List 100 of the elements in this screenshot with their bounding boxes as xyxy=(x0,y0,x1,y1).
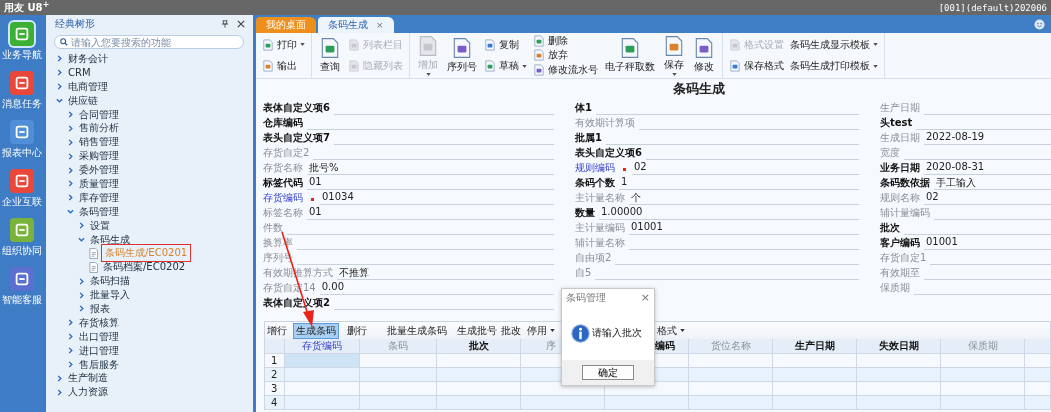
toolbar-button[interactable]: 草稿 xyxy=(484,59,527,74)
tile-icon[interactable] xyxy=(10,169,34,193)
chevron-right-icon[interactable] xyxy=(78,222,85,230)
nav-label[interactable]: 报表中心 xyxy=(2,146,42,160)
field-label[interactable]: 规则编码 xyxy=(575,161,619,175)
chevron-down-icon[interactable] xyxy=(67,208,74,216)
table-cell[interactable] xyxy=(857,368,941,382)
toolbar-button[interactable]: 输出 xyxy=(262,59,305,74)
table-cell[interactable] xyxy=(941,368,1025,382)
toolbar-button[interactable]: 修改流水号 xyxy=(533,62,598,77)
tile-icon[interactable] xyxy=(10,22,34,46)
table-cell[interactable] xyxy=(689,396,773,410)
input-field[interactable]: 01 xyxy=(307,206,554,220)
tile-icon[interactable] xyxy=(10,120,34,144)
table-cell[interactable] xyxy=(605,396,689,410)
input-field[interactable]: 1 xyxy=(619,176,859,190)
input-field[interactable]: 01001 xyxy=(629,221,859,235)
table-cell[interactable] xyxy=(360,368,437,382)
close-icon[interactable] xyxy=(237,20,245,28)
tree-item[interactable]: 委外管理 xyxy=(79,163,119,178)
grid-toolbar-button[interactable]: 批改 xyxy=(499,323,523,338)
input-field[interactable]: 01001 xyxy=(924,236,1051,250)
chevron-right-icon[interactable] xyxy=(56,83,63,91)
grid-toolbar-button[interactable]: 生成批号 xyxy=(455,323,499,338)
grid-toolbar-button[interactable]: 批量生成条码 xyxy=(385,323,449,338)
grid-toolbar-button[interactable]: 格式 xyxy=(655,323,687,338)
chevron-right-icon[interactable] xyxy=(67,194,74,202)
ok-button[interactable]: 确定 xyxy=(582,365,634,380)
tab[interactable]: 条码生成 × xyxy=(318,17,394,33)
chevron-right-icon[interactable] xyxy=(67,333,74,341)
smiley-icon[interactable] xyxy=(1034,19,1045,30)
input-field[interactable]: 手工输入 xyxy=(934,176,1051,190)
tree-item[interactable]: 报表 xyxy=(90,302,110,316)
table-cell[interactable] xyxy=(773,368,857,382)
nav-label[interactable]: 组织协同 xyxy=(2,244,42,258)
chevron-down-icon[interactable] xyxy=(78,236,85,243)
toolbar-button[interactable]: 修改 xyxy=(692,37,716,74)
grid-toolbar-button[interactable]: 增行 xyxy=(265,323,289,338)
chevron-right-icon[interactable] xyxy=(67,347,74,355)
table-cell[interactable] xyxy=(521,396,605,410)
pin-icon[interactable] xyxy=(221,20,229,28)
input-field[interactable]: 02 xyxy=(924,191,1051,205)
input-field[interactable]: 02 xyxy=(632,161,859,175)
chevron-right-icon[interactable] xyxy=(67,138,74,146)
chevron-right-icon[interactable] xyxy=(56,374,63,382)
toolbar-button[interactable]: 保存 xyxy=(662,35,686,76)
chevron-right-icon[interactable] xyxy=(67,361,74,369)
chevron-right-icon[interactable] xyxy=(56,55,63,63)
tile-icon[interactable] xyxy=(10,267,34,291)
dropdown-button[interactable]: 条码生成打印模板 xyxy=(790,59,878,74)
input-field[interactable]: 批号% xyxy=(307,161,554,175)
tree-item[interactable]: 财务会计 xyxy=(68,51,108,66)
chevron-right-icon[interactable] xyxy=(67,124,74,132)
table-cell[interactable] xyxy=(857,396,941,410)
column-header[interactable]: 生产日期 xyxy=(773,339,857,354)
chevron-right-icon[interactable] xyxy=(56,388,63,396)
tree-item[interactable]: 销售管理 xyxy=(79,135,119,150)
tree-item[interactable]: 批量导入 xyxy=(90,288,130,303)
chevron-right-icon[interactable] xyxy=(67,319,74,327)
table-cell[interactable] xyxy=(941,396,1025,410)
toolbar-button[interactable]: 删除 xyxy=(533,34,598,49)
tree-item[interactable]: 电商管理 xyxy=(68,79,108,94)
table-cell[interactable] xyxy=(360,396,437,410)
toolbar-button[interactable]: 保存格式 xyxy=(729,59,784,74)
table-cell[interactable] xyxy=(1025,396,1051,410)
table-cell[interactable] xyxy=(773,396,857,410)
input-field[interactable]: 1.00000 xyxy=(599,206,859,220)
dropdown-button[interactable]: 条码生成显示模板 xyxy=(790,37,878,52)
nav-label[interactable]: 消息任务 xyxy=(2,97,42,111)
tile-icon[interactable] xyxy=(10,71,34,95)
input-field[interactable]: 01 xyxy=(307,176,554,190)
tree-item[interactable]: 采购管理 xyxy=(79,149,119,164)
input-field[interactable]: 不推算 xyxy=(337,266,554,280)
tree-item[interactable]: 人力资源 xyxy=(68,385,108,400)
toolbar-button[interactable]: 查询 xyxy=(318,37,342,74)
toolbar-button[interactable]: 序列号 xyxy=(446,37,478,74)
input-field[interactable]: 2020-08-31 xyxy=(924,161,1051,175)
chevron-right-icon[interactable] xyxy=(56,69,63,77)
chevron-right-icon[interactable] xyxy=(78,291,85,299)
tree-item[interactable]: 条码生成 xyxy=(90,232,130,247)
grid-toolbar-button[interactable]: 删行 xyxy=(345,323,369,338)
tree-item[interactable]: 条码扫描 xyxy=(90,274,130,289)
tree-item[interactable]: 存货核算 xyxy=(79,315,119,330)
toolbar-button[interactable]: 电子秤取数 xyxy=(604,37,656,74)
tree-item[interactable]: 售前分析 xyxy=(79,121,119,136)
table-cell[interactable] xyxy=(689,368,773,382)
table-cell[interactable] xyxy=(1025,368,1051,382)
chevron-right-icon[interactable] xyxy=(67,152,74,160)
close-tab-button[interactable]: × xyxy=(376,20,384,30)
input-field[interactable]: 2022-08-19 xyxy=(924,131,1051,145)
toolbar-button[interactable]: 复制 xyxy=(484,37,527,52)
chevron-right-icon[interactable] xyxy=(67,180,74,188)
chevron-right-icon[interactable] xyxy=(67,111,74,118)
tree-item[interactable]: CRM xyxy=(68,67,91,79)
grid-toolbar-button[interactable]: 停用 xyxy=(525,323,557,338)
chevron-right-icon[interactable] xyxy=(67,166,74,174)
column-header[interactable]: 失效日期 xyxy=(857,339,941,354)
input-field[interactable]: 个 xyxy=(629,191,859,205)
tree-item[interactable]: 质量管理 xyxy=(79,176,119,191)
nav-label[interactable]: 智能客服 xyxy=(2,293,42,307)
